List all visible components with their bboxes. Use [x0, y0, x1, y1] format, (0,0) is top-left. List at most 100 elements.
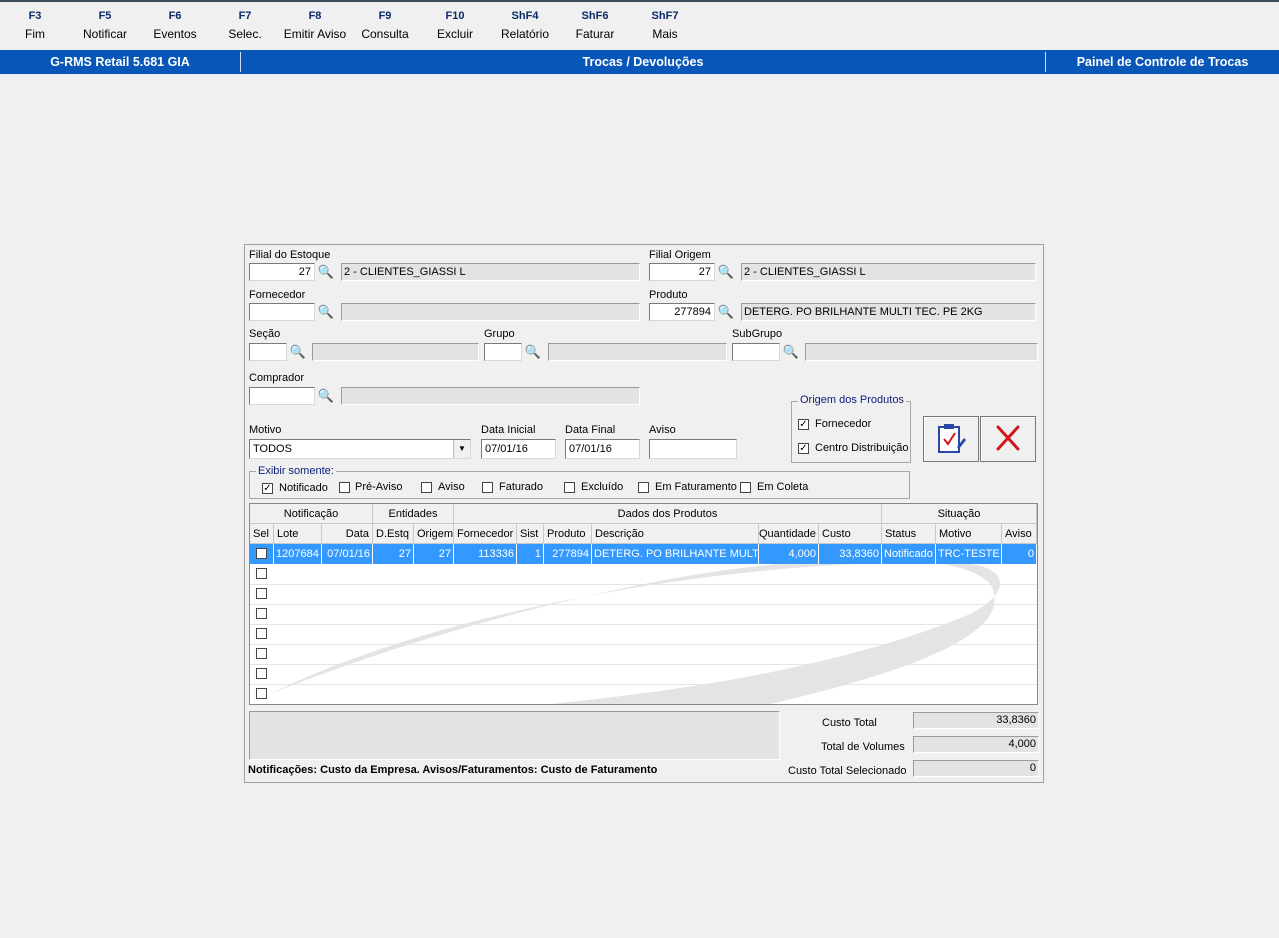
grupo-search-icon[interactable]: 🔍 — [522, 342, 544, 362]
data-final-input[interactable]: 07/01/16 — [565, 439, 640, 459]
grupo-desc — [548, 343, 727, 361]
comprador-input[interactable] — [249, 387, 315, 405]
fornecedor-label: Fornecedor — [249, 289, 306, 301]
col-fornecedor[interactable]: Fornecedor — [454, 524, 517, 544]
col-lote[interactable]: Lote — [274, 524, 322, 544]
row-sel-cell[interactable] — [250, 544, 274, 564]
aviso-input[interactable] — [649, 439, 737, 459]
fkey-label: Fim — [25, 27, 45, 41]
cell-sist: 1 — [517, 544, 544, 564]
subgrupo-input[interactable] — [732, 343, 780, 361]
subgrupo-label: SubGrupo — [732, 328, 783, 340]
filial-origem-input[interactable]: 27 — [649, 263, 715, 281]
fornecedor-input[interactable] — [249, 303, 315, 321]
filial-estoque-search-icon[interactable]: 🔍 — [315, 262, 337, 282]
fkey-label: Excluir — [436, 27, 473, 41]
cancel-button[interactable] — [980, 416, 1036, 462]
row-divider — [250, 604, 1037, 605]
fkey-code: ShF7 — [651, 10, 679, 22]
col-produto[interactable]: Produto — [544, 524, 592, 544]
produto-input[interactable]: 277894 — [649, 303, 715, 321]
cell-fornecedor: 113336 — [454, 544, 517, 564]
grupo-input[interactable] — [484, 343, 522, 361]
origem-produtos-title: Origem dos Produtos — [798, 394, 906, 406]
col-origem[interactable]: Origem — [414, 524, 454, 544]
exibir-aviso-checkbox[interactable] — [421, 482, 432, 493]
exibir-excluido-checkbox[interactable] — [564, 482, 575, 493]
exibir-em-coleta-label: Em Coleta — [757, 481, 809, 493]
row-divider — [250, 644, 1037, 645]
filial-origem-desc: 2 - CLIENTES_GIASSI L — [741, 263, 1036, 281]
secao-label: Seção — [249, 328, 281, 340]
fkey-excluir-button[interactable]: F10 Excluir — [420, 10, 490, 41]
confirm-button[interactable] — [923, 416, 979, 462]
clipboard-check-icon — [938, 424, 966, 453]
fornecedor-search-icon[interactable]: 🔍 — [315, 302, 337, 322]
empty-row-checkbox[interactable] — [256, 608, 267, 619]
filial-estoque-input[interactable]: 27 — [249, 263, 315, 281]
col-sist[interactable]: Sist — [517, 524, 544, 544]
fkey-code: ShF4 — [511, 10, 539, 22]
origem-fornecedor-checkbox[interactable]: ✓ — [798, 419, 809, 430]
fkey-notificar-button[interactable]: F5 Notificar — [70, 10, 140, 41]
empty-row-checkbox[interactable] — [256, 588, 267, 599]
exibir-notificado-checkbox[interactable]: ✓ — [262, 483, 273, 494]
secao-input[interactable] — [249, 343, 287, 361]
group-notificacao: Notificação — [250, 504, 373, 524]
empty-row-checkbox[interactable] — [256, 668, 267, 679]
col-status[interactable]: Status — [882, 524, 936, 544]
chevron-down-icon[interactable]: ▼ — [453, 440, 470, 458]
data-inicial-input[interactable]: 07/01/16 — [481, 439, 556, 459]
fkey-eventos-button[interactable]: F6 Eventos — [140, 10, 210, 41]
exibir-em-coleta-checkbox[interactable] — [740, 482, 751, 493]
secao-search-icon[interactable]: 🔍 — [287, 342, 309, 362]
comprador-label: Comprador — [249, 372, 305, 384]
fkey-emitir-aviso-button[interactable]: F8 Emitir Aviso — [280, 10, 350, 41]
origem-produtos-group: Origem dos Produtos ✓ Fornecedor ✓ Centr… — [791, 394, 911, 463]
col-destq[interactable]: D.Estq — [373, 524, 414, 544]
trocas-panel: Filial do Estoque 27 🔍 2 - CLIENTES_GIAS… — [244, 244, 1044, 783]
col-custo[interactable]: Custo — [819, 524, 882, 544]
fkey-code: F6 — [168, 10, 182, 22]
filial-origem-label: Filial Origem — [649, 249, 711, 261]
fkey-consulta-button[interactable]: F9 Consulta — [350, 10, 420, 41]
fkey-label: Consulta — [361, 27, 409, 41]
fkey-relatorio-button[interactable]: ShF4 Relatório — [490, 10, 560, 41]
filial-origem-search-icon[interactable]: 🔍 — [715, 262, 737, 282]
total-volumes-value: 4,000 — [913, 736, 1039, 753]
fkey-code: F10 — [445, 10, 465, 22]
cell-produto: 277894 — [544, 544, 592, 564]
empty-row-checkbox[interactable] — [256, 648, 267, 659]
exibir-somente-group: Exibir somente: ✓ Notificado Pré-Aviso A… — [249, 465, 910, 499]
comprador-search-icon[interactable]: 🔍 — [315, 386, 337, 406]
subgrupo-search-icon[interactable]: 🔍 — [780, 342, 802, 362]
empty-row-checkbox[interactable] — [256, 628, 267, 639]
col-data[interactable]: Data — [322, 524, 373, 544]
cell-descricao: DETERG. PO BRILHANTE MULTI TE — [592, 544, 759, 564]
fkey-faturar-button[interactable]: ShF6 Faturar — [560, 10, 630, 41]
empty-row-checkbox[interactable] — [256, 568, 267, 579]
col-descricao[interactable]: Descrição — [592, 524, 759, 544]
fkey-selec-button[interactable]: F7 Selec. — [210, 10, 280, 41]
exibir-em-faturamento-checkbox[interactable] — [638, 482, 649, 493]
col-quantidade[interactable]: Quantidade — [759, 524, 819, 544]
empty-row-checkbox[interactable] — [256, 688, 267, 699]
produto-search-icon[interactable]: 🔍 — [715, 302, 737, 322]
fkey-label: Emitir Aviso — [283, 27, 347, 41]
motivo-select[interactable]: TODOS ▼ — [249, 439, 471, 459]
col-aviso[interactable]: Aviso — [1002, 524, 1037, 544]
custo-selecionado-label: Custo Total Selecionado — [788, 765, 907, 777]
origem-centro-checkbox[interactable]: ✓ — [798, 443, 809, 454]
col-motivo[interactable]: Motivo — [936, 524, 1002, 544]
fkey-fim-button[interactable]: F3 Fim — [0, 10, 70, 41]
table-row[interactable]: 1207684 07/01/16 27 27 113336 1 277894 D… — [250, 544, 1037, 564]
total-volumes-label: Total de Volumes — [821, 741, 905, 753]
row-select-checkbox[interactable] — [256, 548, 267, 559]
col-sel[interactable]: Sel — [250, 524, 274, 544]
fkey-label: Eventos — [153, 27, 197, 41]
fkey-mais-button[interactable]: ShF7 Mais — [630, 10, 700, 41]
exibir-faturado-checkbox[interactable] — [482, 482, 493, 493]
custo-total-value: 33,8360 — [913, 712, 1039, 729]
exibir-pre-aviso-checkbox[interactable] — [339, 482, 350, 493]
fkey-label: Relatório — [500, 27, 550, 41]
